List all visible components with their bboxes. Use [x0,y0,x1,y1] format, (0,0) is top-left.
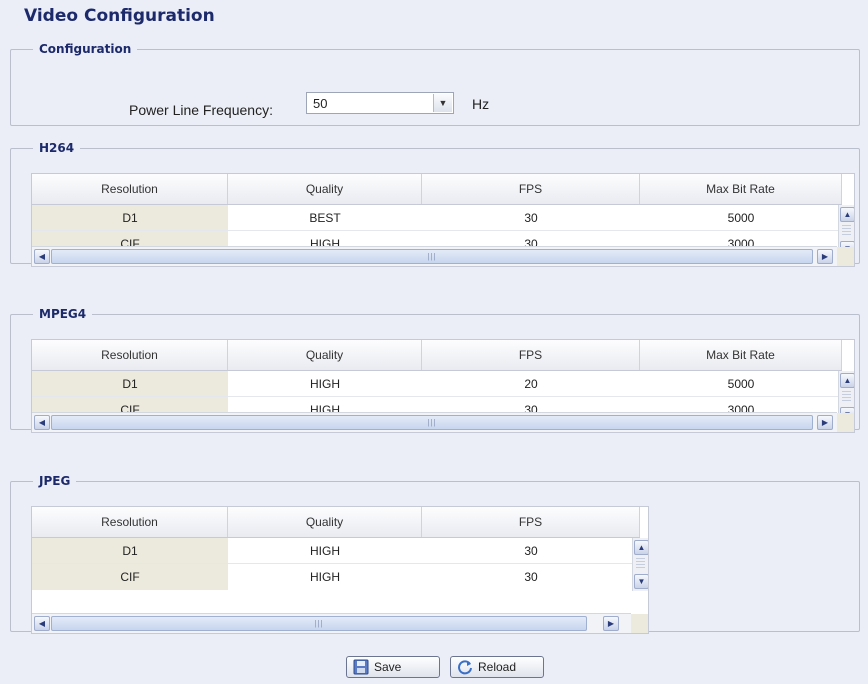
horizontal-scrollbar[interactable]: ◀ ||| ▶ [32,412,837,432]
scroll-thumb[interactable]: ||| [51,415,813,430]
refresh-icon [457,659,473,675]
scroll-corner [837,413,854,432]
reload-button-label: Reload [478,660,517,674]
frequency-unit: Hz [472,96,490,112]
scroll-right-icon[interactable]: ▶ [817,415,833,430]
power-line-frequency-label: Power Line Frequency: [129,102,273,118]
scroll-up-icon[interactable]: ▲ [840,207,854,222]
scroll-left-icon[interactable]: ◀ [34,415,50,430]
scroll-thumb[interactable] [842,225,851,236]
table-cell: HIGH [228,371,422,397]
chevron-down-icon[interactable]: ▼ [433,94,452,112]
column-header[interactable]: Max Bit Rate [640,340,842,370]
table-row[interactable]: D1 HIGH 30 [32,538,640,564]
scroll-right-icon[interactable]: ▶ [603,616,619,631]
scroll-thumb[interactable] [842,391,851,402]
floppy-disk-icon [353,659,369,675]
vertical-scrollbar[interactable]: ▲ ▼ [632,538,648,591]
table-cell: 20 [422,371,640,397]
horizontal-scrollbar[interactable]: ◀ ||| ▶ [32,246,837,266]
scroll-left-icon[interactable]: ◀ [34,249,50,264]
h264-table: Resolution Quality FPS Max Bit Rate D1 B… [31,173,855,267]
column-header[interactable]: Resolution [32,507,228,537]
scroll-up-icon[interactable]: ▲ [840,373,854,388]
scroll-thumb[interactable]: ||| [51,249,813,264]
column-header[interactable]: FPS [422,340,640,370]
table-cell: 30 [524,570,538,584]
column-header[interactable]: Quality [228,507,422,537]
horizontal-scrollbar[interactable]: ◀ ||| ▶ [32,613,631,633]
save-button-label: Save [374,660,402,674]
scroll-up-icon[interactable]: ▲ [634,540,648,555]
column-header[interactable]: Resolution [32,174,228,204]
configuration-legend: Configuration [39,42,132,56]
table-cell: HIGH [228,538,422,564]
power-line-frequency-select[interactable]: 50 ▼ [306,92,454,114]
save-button[interactable]: Save [346,656,440,678]
column-header[interactable]: FPS [422,507,640,537]
table-cell: BEST [228,205,422,231]
column-header[interactable]: Quality [228,174,422,204]
jpeg-group: JPEG Resolution Quality FPS D1 HIGH 30 C… [10,474,860,634]
scroll-left-icon[interactable]: ◀ [34,616,50,631]
table-cell: D1 [32,371,228,397]
table-cell: HIGH [310,570,340,584]
table-cell: D1 [32,205,228,231]
scroll-thumb[interactable] [636,558,645,569]
table-cell: D1 [32,538,228,564]
table-header: Resolution Quality FPS [32,507,640,538]
table-cell: 30 [422,205,640,231]
table-cell: CIF [32,564,228,590]
h264-legend: H264 [39,141,75,155]
table-row[interactable]: D1 HIGH 20 5000 [32,371,842,397]
power-line-frequency-value: 50 [313,96,328,111]
table-cell: 5000 [640,371,842,397]
page-title: Video Configuration [24,6,215,26]
jpeg-legend: JPEG [39,474,71,488]
table-header: Resolution Quality FPS Max Bit Rate [32,174,842,205]
reload-button[interactable]: Reload [450,656,544,678]
table-row[interactable]: CIF HIGH 30 [32,564,640,590]
table-cell: 30 [422,538,640,564]
table-header: Resolution Quality FPS Max Bit Rate [32,340,842,371]
scroll-down-icon[interactable]: ▼ [634,574,648,589]
scroll-right-icon[interactable]: ▶ [817,249,833,264]
mpeg4-legend: MPEG4 [39,307,87,321]
scroll-corner [631,614,648,633]
column-header[interactable]: Max Bit Rate [640,174,842,204]
jpeg-table: Resolution Quality FPS D1 HIGH 30 CIF HI… [31,506,649,634]
mpeg4-table: Resolution Quality FPS Max Bit Rate D1 H… [31,339,855,433]
scroll-thumb[interactable]: ||| [51,616,587,631]
table-cell: 5000 [640,205,842,231]
column-header[interactable]: Resolution [32,340,228,370]
column-header[interactable]: Quality [228,340,422,370]
table-row[interactable]: D1 BEST 30 5000 [32,205,842,231]
mpeg4-group: MPEG4 Resolution Quality FPS Max Bit Rat… [10,307,860,433]
scroll-corner [837,247,854,266]
h264-group: H264 Resolution Quality FPS Max Bit Rate… [10,141,860,267]
column-header[interactable]: FPS [422,174,640,204]
configuration-group: Configuration Power Line Frequency: 50 ▼… [10,42,860,126]
